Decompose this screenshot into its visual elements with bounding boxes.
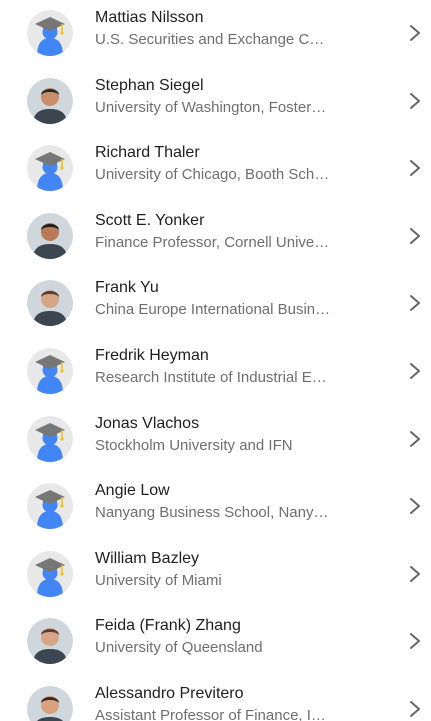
chevron-right-icon — [408, 360, 426, 382]
coauthor-name: Feida (Frank) Zhang — [95, 617, 241, 635]
coauthor-row[interactable]: Alessandro Previtero Assistant Professor … — [0, 676, 431, 721]
chevron-right-icon — [408, 225, 426, 247]
coauthor-affiliation: University of Chicago, Booth Sch… — [95, 166, 330, 184]
coauthor-name: Alessandro Previtero — [95, 685, 244, 702]
chevron-right-icon — [408, 563, 426, 585]
coauthor-name: Scott E. Yonker — [95, 211, 205, 229]
coauthor-name: Angie Low — [95, 482, 170, 500]
scholar-avatar-icon — [27, 550, 73, 597]
coauthor-name: William Bazley — [95, 549, 200, 567]
coauthor-name: Mattias Nilsson — [95, 9, 204, 26]
scholar-avatar-icon — [27, 10, 73, 56]
coauthor-row[interactable]: Mattias Nilsson U.S. Securities and Excha… — [0, 0, 431, 68]
coauthor-affiliation: Research Institute of Industrial E… — [95, 369, 327, 386]
chevron-right-icon — [408, 90, 426, 112]
coauthor-row[interactable]: Scott E. Yonker Finance Professor, Cornel… — [0, 203, 431, 271]
coauthor-affiliation: University of Washington, Foster… — [95, 98, 327, 116]
coauthor-row[interactable]: Feida (Frank) Zhang University of Queensl… — [0, 608, 431, 676]
coauthor-affiliation: China Europe International Busin… — [95, 301, 331, 319]
chevron-right-icon — [408, 157, 426, 179]
scholar-avatar-icon — [27, 415, 73, 462]
profile-photo-avatar — [27, 212, 73, 259]
coauthor-row[interactable]: Frank Yu China Europe International Busin… — [0, 270, 431, 338]
coauthor-name: Fredrik Heyman — [95, 347, 209, 364]
coauthor-name: Frank Yu — [95, 279, 159, 297]
coauthor-affiliation: Stockholm University and IFN — [95, 436, 293, 454]
coauthor-row[interactable]: Stephan Siegel University of Washington, … — [0, 68, 431, 136]
chevron-right-icon — [408, 495, 426, 517]
scholar-avatar-icon — [27, 348, 73, 394]
coauthor-affiliation: University of Queensland — [95, 639, 263, 657]
profile-photo-avatar — [27, 280, 73, 327]
coauthor-affiliation: Assistant Professor of Finance, I… — [95, 707, 326, 721]
coauthor-row[interactable]: William Bazley University of Miami — [0, 541, 431, 609]
chevron-right-icon — [408, 698, 426, 720]
coauthor-affiliation: University of Miami — [95, 571, 222, 589]
scholar-avatar-icon — [27, 483, 73, 530]
coauthor-affiliation: Nanyang Business School, Nany… — [95, 504, 329, 522]
coauthor-row[interactable]: Richard Thaler University of Chicago, Boo… — [0, 135, 431, 203]
coauthor-list: Mattias Nilsson U.S. Securities and Excha… — [0, 0, 431, 721]
profile-photo-avatar — [27, 618, 73, 665]
chevron-right-icon — [408, 630, 426, 652]
coauthor-row[interactable]: Jonas Vlachos Stockholm University and IF… — [0, 406, 431, 474]
profile-photo-avatar — [27, 77, 73, 124]
coauthor-name: Stephan Siegel — [95, 76, 204, 94]
coauthor-name: Jonas Vlachos — [95, 414, 200, 432]
chevron-right-icon — [408, 292, 426, 314]
coauthor-row[interactable]: Fredrik Heyman Research Institute of Indu… — [0, 338, 431, 406]
profile-photo-avatar — [27, 686, 73, 721]
coauthor-affiliation: Finance Professor, Cornell Unive… — [95, 233, 330, 251]
coauthor-name: Richard Thaler — [95, 144, 200, 162]
chevron-right-icon — [408, 428, 426, 450]
scholar-avatar-icon — [27, 145, 73, 192]
chevron-right-icon — [408, 22, 426, 44]
coauthor-affiliation: U.S. Securities and Exchange C… — [95, 31, 325, 48]
coauthor-row[interactable]: Angie Low Nanyang Business School, Nany… — [0, 473, 431, 541]
